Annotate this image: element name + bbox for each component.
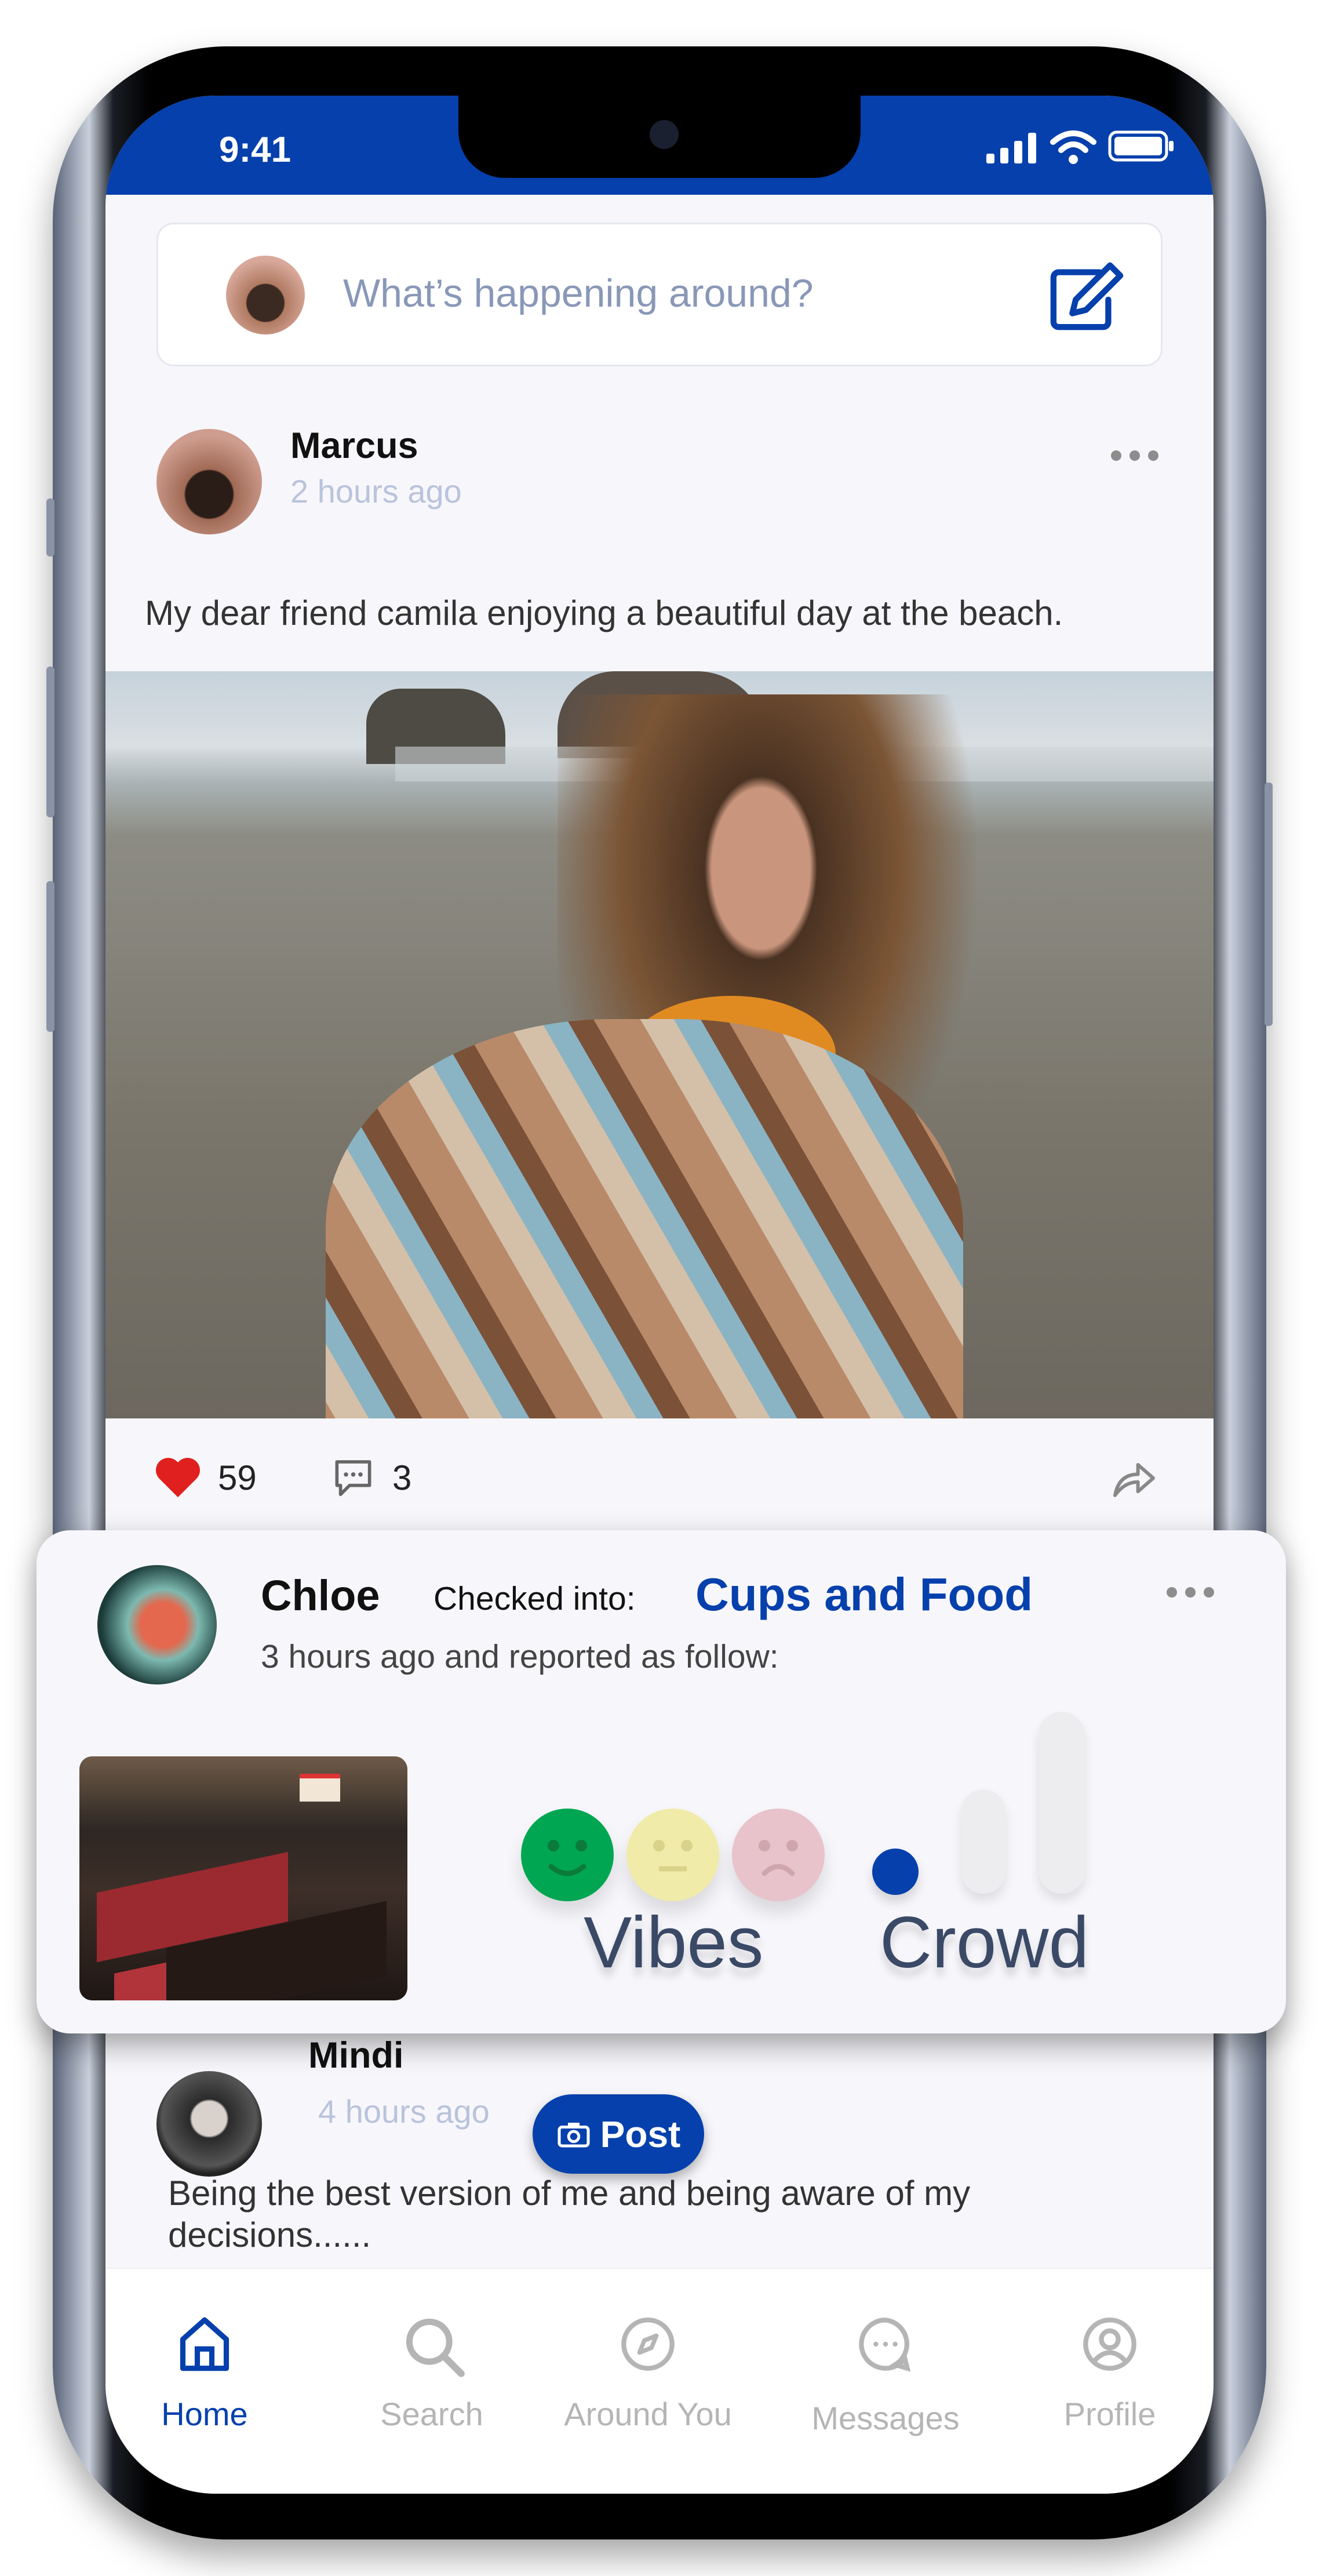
camera-icon <box>558 2122 590 2147</box>
status-time: 9:41 <box>219 130 292 170</box>
notch <box>458 96 861 178</box>
vibes-label: Vibes <box>584 1902 764 1983</box>
crowd-level-low <box>872 1849 919 1895</box>
post-text: Being the best version of me and being a… <box>168 2173 970 2256</box>
composer-avatar <box>226 256 305 334</box>
nav-label: Messages <box>811 2400 960 2436</box>
post-button[interactable]: Post <box>533 2094 704 2174</box>
checkin-subtitle: 3 hours ago and reported as follow: <box>261 1638 779 1675</box>
camera-icon <box>650 120 679 149</box>
nav-label: Home <box>161 2396 248 2432</box>
nav-label: Search <box>380 2396 483 2432</box>
more-options-icon[interactable] <box>1167 1587 1214 1598</box>
post-time: 4 hours ago <box>318 2093 490 2130</box>
post-time: 2 hours ago <box>290 473 462 510</box>
battery-icon <box>1108 130 1174 162</box>
checkin-card[interactable]: Chloe Checked into: Cups and Food 3 hour… <box>37 1530 1286 2033</box>
nav-label: Profile <box>1063 2396 1156 2432</box>
post-text: My dear friend camila enjoying a beautif… <box>145 594 1063 632</box>
place-link[interactable]: Cups and Food <box>695 1568 1033 1621</box>
checkin-author[interactable]: Chloe <box>261 1571 380 1620</box>
post-composer[interactable]: What’s happening around? <box>156 223 1163 366</box>
marcus-avatar[interactable] <box>156 429 262 534</box>
nav-around-you[interactable]: Around You <box>561 2269 735 2494</box>
vibe-neutral-icon[interactable] <box>626 1809 719 1901</box>
post-author[interactable]: Marcus <box>290 425 418 467</box>
mute-switch <box>46 499 54 556</box>
edit-icon[interactable] <box>1048 261 1124 331</box>
nav-home[interactable]: Home <box>118 2269 292 2494</box>
checked-into-label: Checked into: <box>433 1580 636 1617</box>
vibe-sad-icon[interactable] <box>732 1809 825 1901</box>
post-text-line: decisions...... <box>168 2215 371 2254</box>
lamp <box>300 1774 340 1802</box>
app-screen: 9:41 What’s happening around? Marcus 2 h… <box>105 96 1214 2494</box>
mindi-avatar[interactable] <box>156 2071 262 2177</box>
place-photo[interactable] <box>79 1756 407 2000</box>
blanket <box>326 1019 963 1418</box>
composer-input[interactable]: What’s happening around? <box>343 271 814 316</box>
more-options-icon[interactable] <box>1111 450 1158 461</box>
post-button-label: Post <box>600 2113 681 2155</box>
bottom-nav: Home Search Around You Messages Profile <box>105 2268 1214 2494</box>
volume-down-button <box>46 881 54 1032</box>
comment-icon[interactable] <box>331 1458 375 1498</box>
post-photo[interactable] <box>105 671 1214 1418</box>
likes-count: 59 <box>218 1458 257 1497</box>
comments-count: 3 <box>392 1458 412 1497</box>
crowd-level-high <box>1039 1712 1085 1894</box>
search-icon <box>406 2318 465 2377</box>
messages-icon <box>859 2317 911 2372</box>
volume-up-button <box>46 667 54 817</box>
crowd-level-medium <box>961 1789 1005 1894</box>
compass-icon <box>621 2317 675 2371</box>
heart-icon[interactable] <box>155 1457 201 1497</box>
nav-messages[interactable]: Messages <box>799 2269 972 2494</box>
post-author[interactable]: Mindi <box>308 2035 403 2076</box>
nav-search[interactable]: Search <box>345 2269 519 2494</box>
vibe-happy-icon[interactable] <box>521 1809 614 1901</box>
nav-label: Around You <box>564 2396 732 2432</box>
crowd-label: Crowd <box>880 1902 1090 1983</box>
home-icon <box>180 2317 229 2371</box>
chloe-avatar[interactable] <box>97 1565 217 1684</box>
post-text-line: Being the best version of me and being a… <box>168 2174 971 2213</box>
share-icon[interactable] <box>1111 1459 1157 1497</box>
signal-icon <box>986 133 1036 163</box>
nav-profile[interactable]: Profile <box>1023 2269 1197 2494</box>
profile-icon <box>1083 2317 1136 2371</box>
power-button <box>1265 783 1273 1026</box>
wifi-icon <box>1050 130 1096 164</box>
